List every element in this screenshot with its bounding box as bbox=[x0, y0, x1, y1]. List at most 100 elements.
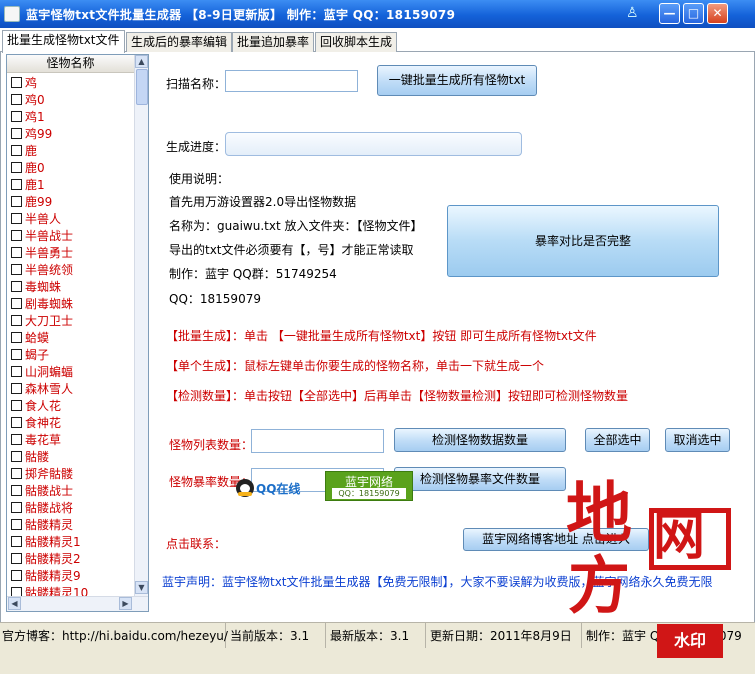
watermark-char-di: 地 bbox=[566, 474, 632, 552]
checkbox[interactable] bbox=[11, 434, 22, 445]
checkbox[interactable] bbox=[11, 519, 22, 530]
checkbox[interactable] bbox=[11, 468, 22, 479]
monster-name: 鸡0 bbox=[25, 93, 45, 107]
pin-icon[interactable]: ♙ bbox=[626, 5, 640, 23]
checkbox[interactable] bbox=[11, 553, 22, 564]
checkbox[interactable] bbox=[11, 485, 22, 496]
scroll-left-icon[interactable]: ◀ bbox=[8, 597, 21, 610]
list-item[interactable]: 骷髅精灵10 bbox=[7, 584, 134, 596]
checkbox[interactable] bbox=[11, 536, 22, 547]
checkbox[interactable] bbox=[11, 230, 22, 241]
list-item[interactable]: 鸡99 bbox=[7, 125, 134, 142]
monster-name: 骷髅战士 bbox=[25, 484, 74, 498]
monster-list-header[interactable]: 怪物名称 bbox=[7, 55, 134, 73]
select-all-button[interactable]: 全部选中 bbox=[585, 428, 650, 452]
list-item[interactable]: 骷髅精灵9 bbox=[7, 567, 134, 584]
list-item[interactable]: 蝎子 bbox=[7, 346, 134, 363]
minimize-button[interactable]: — bbox=[659, 3, 680, 24]
checkbox[interactable] bbox=[11, 349, 22, 360]
list-item[interactable]: 鹿 bbox=[7, 142, 134, 159]
detect-rate-count-button[interactable]: 检测怪物暴率文件数量 bbox=[394, 467, 566, 491]
list-item[interactable]: 骷髅 bbox=[7, 448, 134, 465]
monster-name: 鹿99 bbox=[25, 195, 53, 209]
help-detect: 【检测数量】：单击按钮【全部选中】后再单击【怪物数量检测】按钮即可检测怪物数量 bbox=[166, 389, 629, 403]
scroll-thumb[interactable] bbox=[136, 69, 148, 105]
list-item[interactable]: 骷髅战士 bbox=[7, 482, 134, 499]
checkbox[interactable] bbox=[11, 587, 22, 596]
list-item[interactable]: 蛤蟆 bbox=[7, 329, 134, 346]
compare-rate-button[interactable]: 暴率对比是否完整 bbox=[447, 205, 719, 277]
list-item[interactable]: 大刀卫士 bbox=[7, 312, 134, 329]
list-item[interactable]: 食人花 bbox=[7, 397, 134, 414]
close-button[interactable]: ✕ bbox=[707, 3, 728, 24]
tab-rate-edit[interactable]: 生成后的暴率编辑 bbox=[126, 32, 233, 52]
checkbox[interactable] bbox=[11, 247, 22, 258]
checkbox[interactable] bbox=[11, 94, 22, 105]
list-item[interactable]: 半兽勇士 bbox=[7, 244, 134, 261]
list-item[interactable]: 鸡1 bbox=[7, 108, 134, 125]
monster-list[interactable]: 怪物名称 鸡鸡0 鸡1 鸡99 鹿鹿0 鹿1 鹿99 半兽人 半兽战士 半兽勇士 半兽统领 毒蜘蛛剧… bbox=[6, 54, 149, 612]
monster-name: 毒花草 bbox=[25, 433, 62, 447]
vertical-scrollbar[interactable]: ▲ ▼ bbox=[134, 55, 148, 596]
list-item[interactable]: 骷髅战将 bbox=[7, 499, 134, 516]
status-blog: 官方博客：http://hi.baidu.com/hezeyu/ bbox=[0, 623, 228, 649]
scroll-down-icon[interactable]: ▼ bbox=[135, 581, 148, 594]
list-item[interactable]: 食神花 bbox=[7, 414, 134, 431]
list-item[interactable]: 鸡 bbox=[7, 74, 134, 91]
checkbox[interactable] bbox=[11, 451, 22, 462]
monster-name: 半兽人 bbox=[25, 212, 62, 226]
list-item[interactable]: 毒蜘蛛 bbox=[7, 278, 134, 295]
list-item[interactable]: 鹿1 bbox=[7, 176, 134, 193]
list-item[interactable]: 半兽统领 bbox=[7, 261, 134, 278]
list-item[interactable]: 毒花草 bbox=[7, 431, 134, 448]
list-item[interactable]: 骷髅精灵1 bbox=[7, 533, 134, 550]
checkbox[interactable] bbox=[11, 264, 22, 275]
statement-text: 蓝宇声明：蓝宇怪物txt文件批量生成器【免费无限制】，大家不要误解为收费版，蓝宇… bbox=[162, 575, 713, 589]
list-item[interactable]: 森林雪人 bbox=[7, 380, 134, 397]
scan-name-input[interactable] bbox=[225, 70, 358, 92]
checkbox[interactable] bbox=[11, 383, 22, 394]
instructions-title: 使用说明： bbox=[169, 172, 230, 186]
tab-batch-generate[interactable]: 批量生成怪物txt文件 bbox=[2, 30, 125, 53]
checkbox[interactable] bbox=[11, 128, 22, 139]
checkbox[interactable] bbox=[11, 570, 22, 581]
lanyu-network-badge[interactable]: 蓝宇网络 QQ：18159079 bbox=[325, 471, 413, 501]
instructions-line5: QQ：18159079 bbox=[169, 292, 261, 306]
checkbox[interactable] bbox=[11, 111, 22, 122]
list-item[interactable]: 鹿0 bbox=[7, 159, 134, 176]
checkbox[interactable] bbox=[11, 213, 22, 224]
list-item[interactable]: 半兽人 bbox=[7, 210, 134, 227]
list-item[interactable]: 半兽战士 bbox=[7, 227, 134, 244]
tab-recycle-script[interactable]: 回收脚本生成 bbox=[315, 32, 398, 52]
maximize-button[interactable]: □ bbox=[683, 3, 704, 24]
scroll-up-icon[interactable]: ▲ bbox=[135, 55, 148, 68]
horizontal-scrollbar[interactable]: ◀ ▶ bbox=[7, 596, 148, 611]
checkbox[interactable] bbox=[11, 298, 22, 309]
list-item[interactable]: 骷髅精灵2 bbox=[7, 550, 134, 567]
list-item[interactable]: 山洞蝙蝠 bbox=[7, 363, 134, 380]
list-item[interactable]: 掷斧骷髅 bbox=[7, 465, 134, 482]
checkbox[interactable] bbox=[11, 400, 22, 411]
detect-list-count-button[interactable]: 检测怪物数据数量 bbox=[394, 428, 566, 452]
checkbox[interactable] bbox=[11, 281, 22, 292]
checkbox[interactable] bbox=[11, 366, 22, 377]
checkbox[interactable] bbox=[11, 162, 22, 173]
list-item[interactable]: 鹿99 bbox=[7, 193, 134, 210]
checkbox[interactable] bbox=[11, 332, 22, 343]
scroll-right-icon[interactable]: ▶ bbox=[119, 597, 132, 610]
list-item[interactable]: 剧毒蜘蛛 bbox=[7, 295, 134, 312]
checkbox[interactable] bbox=[11, 145, 22, 156]
qq-online-badge[interactable]: QQ在线 bbox=[236, 478, 306, 498]
list-item[interactable]: 鸡0 bbox=[7, 91, 134, 108]
list-item[interactable]: 骷髅精灵 bbox=[7, 516, 134, 533]
checkbox[interactable] bbox=[11, 502, 22, 513]
checkbox[interactable] bbox=[11, 315, 22, 326]
checkbox[interactable] bbox=[11, 417, 22, 428]
checkbox[interactable] bbox=[11, 77, 22, 88]
tab-batch-append[interactable]: 批量追加暴率 bbox=[232, 32, 315, 52]
checkbox[interactable] bbox=[11, 179, 22, 190]
list-count-input[interactable] bbox=[251, 429, 384, 453]
generate-all-button[interactable]: 一键批量生成所有怪物txt bbox=[377, 65, 537, 96]
deselect-button[interactable]: 取消选中 bbox=[665, 428, 730, 452]
checkbox[interactable] bbox=[11, 196, 22, 207]
